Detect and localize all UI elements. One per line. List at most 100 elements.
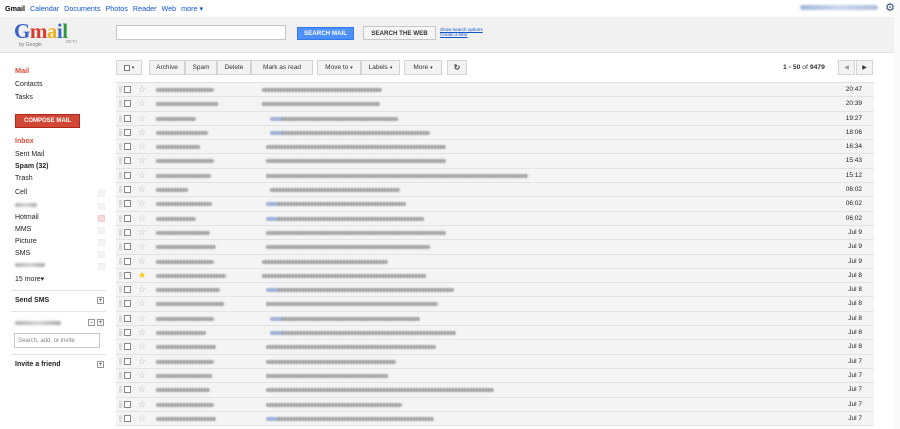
table-row[interactable]: ☆ 20:39 — [116, 97, 874, 112]
gmail-logo[interactable]: Gmail by Google BETA — [14, 20, 86, 50]
star-icon[interactable]: ☆ — [138, 83, 146, 96]
star-icon[interactable]: ☆ — [138, 112, 146, 125]
search-input[interactable] — [116, 25, 286, 40]
sidebar-more-labels[interactable]: 15 more▾ — [15, 275, 44, 283]
row-checkbox[interactable] — [124, 157, 131, 165]
chat-minimize-icon[interactable]: - — [88, 319, 95, 326]
chat-search-input[interactable]: Search, add, or invite — [14, 333, 100, 348]
drag-handle-icon[interactable] — [119, 200, 122, 208]
chat-user-name[interactable] — [15, 320, 61, 327]
mark-as-read-button[interactable]: Mark as read — [251, 60, 313, 75]
table-row[interactable]: ☆ Jul 9 — [116, 254, 874, 269]
star-icon[interactable]: ☆ — [138, 197, 146, 210]
delete-button[interactable]: Delete — [217, 60, 251, 75]
search-mail-button[interactable]: SEARCH MAIL — [297, 27, 354, 40]
search-web-button[interactable]: SEARCH THE WEB — [363, 26, 436, 40]
drag-handle-icon[interactable] — [119, 329, 122, 337]
drag-handle-icon[interactable] — [119, 371, 122, 379]
older-page-icon[interactable]: ▶ — [856, 60, 873, 75]
compose-mail-button[interactable]: COMPOSE MAIL — [15, 114, 80, 128]
invite-expand-icon[interactable]: + — [97, 361, 104, 368]
row-checkbox[interactable] — [124, 371, 131, 379]
table-row[interactable]: ☆ 06:02 — [116, 211, 874, 226]
sidebar-item-sent[interactable]: Sent Mail — [15, 151, 44, 158]
table-row[interactable]: ☆ 15:43 — [116, 154, 874, 169]
sidebar-contacts[interactable]: Contacts — [15, 81, 43, 88]
refresh-icon[interactable]: ↻ — [447, 60, 467, 75]
row-checkbox[interactable] — [124, 271, 131, 279]
drag-handle-icon[interactable] — [119, 186, 122, 194]
top-link-photos[interactable]: Photos — [106, 4, 128, 13]
star-icon[interactable]: ☆ — [138, 340, 146, 353]
row-checkbox[interactable] — [124, 300, 131, 308]
star-icon[interactable]: ☆ — [138, 226, 146, 239]
star-icon[interactable]: ☆ — [138, 212, 146, 225]
account-email[interactable] — [800, 5, 878, 10]
row-checkbox[interactable] — [124, 343, 131, 351]
label-color-swatch[interactable] — [98, 227, 105, 234]
row-checkbox[interactable] — [124, 128, 131, 136]
invite-friend-title[interactable]: Invite a friend — [15, 361, 61, 368]
label-color-swatch[interactable] — [98, 203, 105, 210]
labels-button[interactable]: Labels ▾ — [361, 60, 400, 75]
sidebar-label-hotmail[interactable]: Hotmail — [15, 214, 105, 223]
drag-handle-icon[interactable] — [119, 100, 122, 108]
spam-button[interactable]: Spam — [185, 60, 217, 75]
top-link-gmail[interactable]: Gmail — [5, 4, 25, 13]
star-icon[interactable]: ☆ — [138, 255, 146, 268]
table-row[interactable]: ☆ Jul 7 — [116, 397, 874, 412]
row-checkbox[interactable] — [124, 143, 131, 151]
star-icon[interactable]: ☆ — [138, 412, 146, 425]
sidebar-item-trash[interactable]: Trash — [15, 175, 33, 182]
send-sms-expand-icon[interactable]: + — [97, 297, 104, 304]
table-row[interactable]: ★ Jul 8 — [116, 268, 874, 284]
newer-page-icon[interactable]: ◀ — [838, 60, 855, 75]
sidebar-label-cell[interactable]: Cell — [15, 189, 105, 198]
row-checkbox[interactable] — [124, 286, 131, 294]
row-checkbox[interactable] — [124, 400, 131, 408]
table-row[interactable]: ☆ Jul 7 — [116, 383, 874, 398]
row-checkbox[interactable] — [124, 114, 131, 122]
more-button[interactable]: More ▾ — [404, 60, 442, 75]
star-icon[interactable]: ☆ — [138, 297, 146, 310]
row-checkbox[interactable] — [124, 257, 131, 265]
top-link-documents[interactable]: Documents — [64, 4, 100, 13]
star-icon[interactable]: ☆ — [138, 312, 146, 325]
create-filter-link[interactable]: Create a filter — [440, 32, 483, 37]
send-sms-title[interactable]: Send SMS — [15, 297, 49, 304]
table-row[interactable]: ☆ 19:27 — [116, 111, 874, 126]
table-row[interactable]: ☆ Jul 7 — [116, 354, 874, 369]
row-checkbox[interactable] — [124, 329, 131, 337]
table-row[interactable]: ☆ Jul 8 — [116, 297, 874, 312]
drag-handle-icon[interactable] — [119, 414, 122, 422]
table-row[interactable]: ☆ Jul 8 — [116, 311, 874, 327]
star-icon[interactable]: ☆ — [138, 126, 146, 139]
scrollbar[interactable] — [894, 0, 900, 429]
drag-handle-icon[interactable] — [119, 257, 122, 265]
chat-expand-icon[interactable]: + — [97, 319, 104, 326]
top-link-calendar[interactable]: Calendar — [30, 4, 59, 13]
table-row[interactable]: ☆ 18:06 — [116, 125, 874, 141]
archive-button[interactable]: Archive — [149, 60, 185, 75]
drag-handle-icon[interactable] — [119, 157, 122, 165]
table-row[interactable]: ☆ 16:34 — [116, 140, 874, 155]
table-row[interactable]: ☆ 20:47 — [116, 83, 874, 98]
row-checkbox[interactable] — [124, 200, 131, 208]
drag-handle-icon[interactable] — [119, 300, 122, 308]
star-icon[interactable]: ☆ — [138, 369, 146, 382]
drag-handle-icon[interactable] — [119, 243, 122, 251]
star-icon[interactable]: ★ — [138, 269, 146, 282]
label-color-swatch[interactable] — [98, 215, 105, 222]
star-icon[interactable]: ☆ — [138, 154, 146, 167]
table-row[interactable]: ☆ 06:02 — [116, 183, 874, 198]
select-all-dropdown[interactable]: ▾ — [116, 60, 142, 75]
star-icon[interactable]: ☆ — [138, 355, 146, 368]
table-row[interactable]: ☆ 15:12 — [116, 168, 874, 184]
top-link-web[interactable]: Web — [161, 4, 176, 13]
star-icon[interactable]: ☆ — [138, 169, 146, 182]
sidebar-mail[interactable]: Mail — [15, 66, 29, 75]
table-row[interactable]: ☆ Jul 7 — [116, 368, 874, 384]
drag-handle-icon[interactable] — [119, 400, 122, 408]
drag-handle-icon[interactable] — [119, 171, 122, 179]
top-link-reader[interactable]: Reader — [133, 4, 157, 13]
